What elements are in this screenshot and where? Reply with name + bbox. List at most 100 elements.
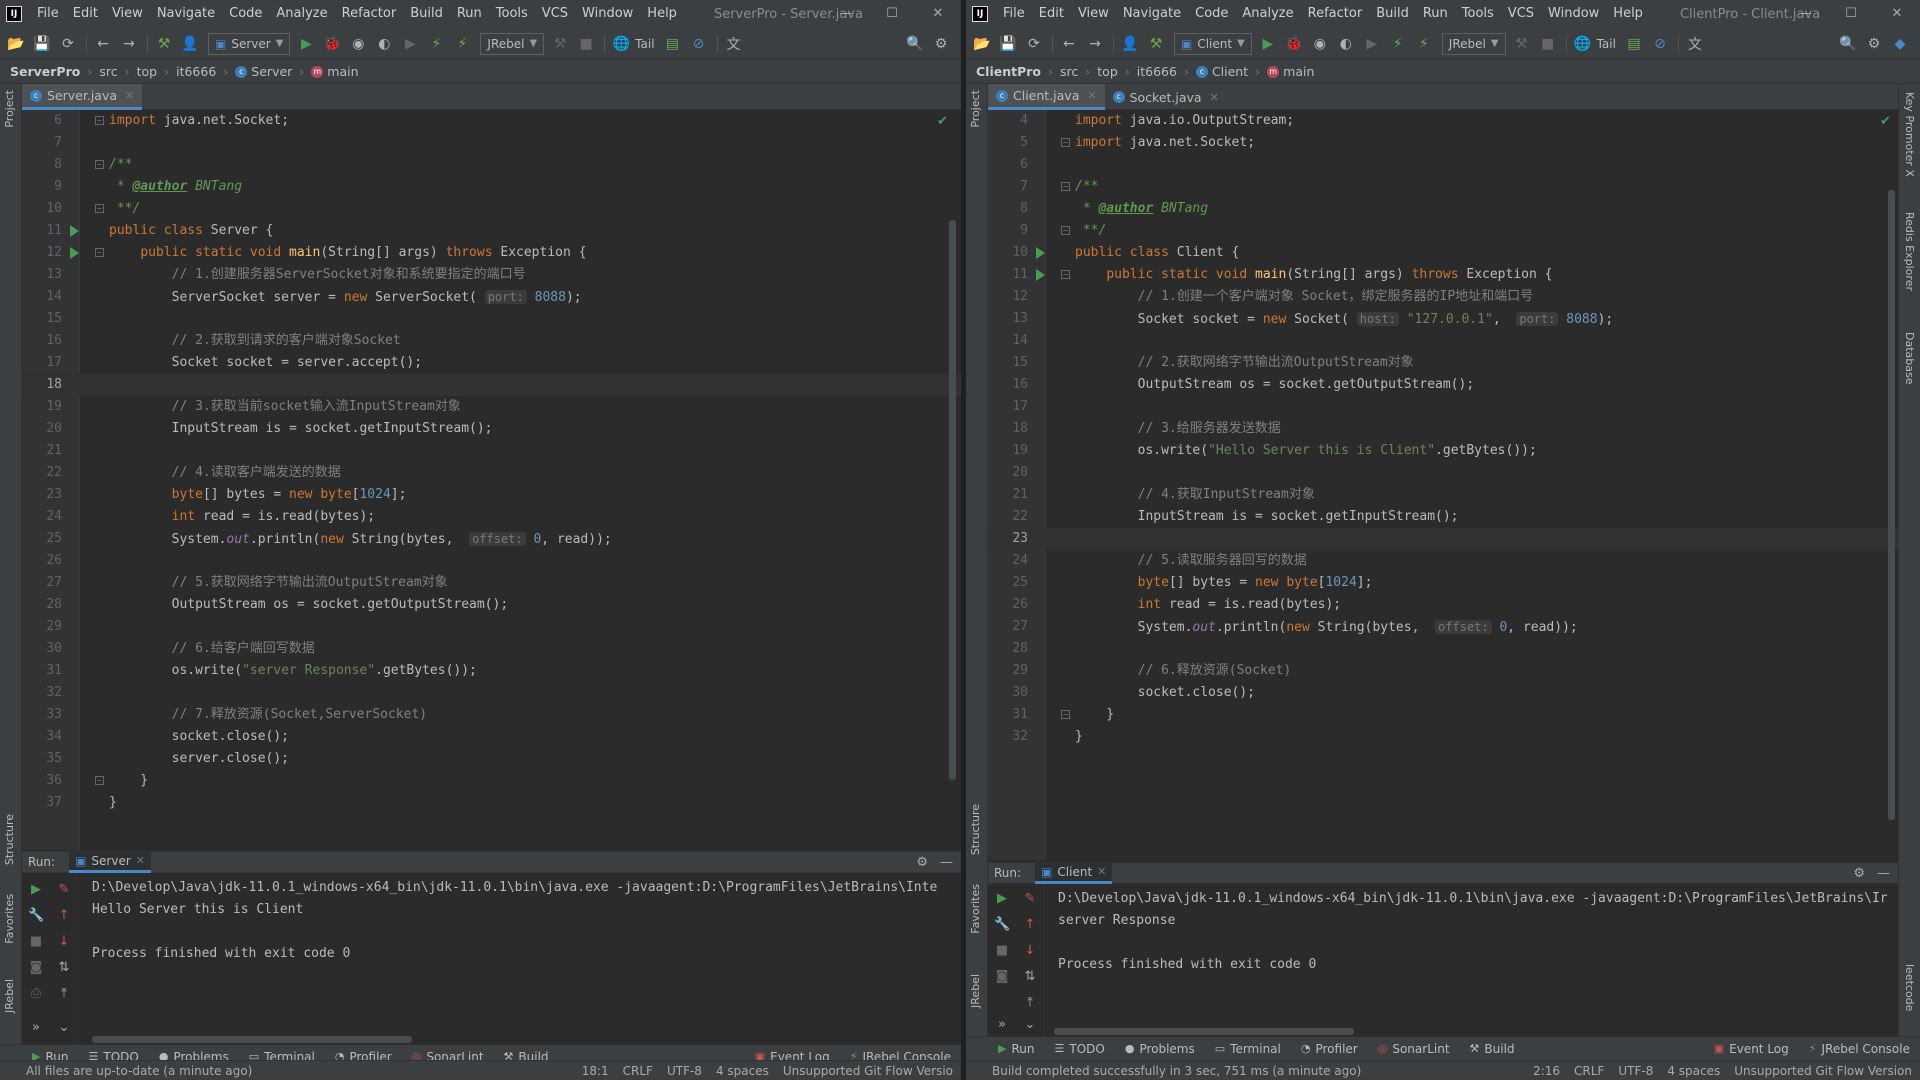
menu-code[interactable]: Code (222, 0, 269, 28)
menu-file[interactable]: File (30, 0, 66, 28)
run-icon[interactable]: ▶ (294, 33, 318, 55)
menu-run[interactable]: Run (1416, 0, 1455, 28)
close-tab-icon[interactable]: ✕ (1087, 89, 1096, 102)
menu-file[interactable]: File (996, 0, 1032, 28)
fold-icon[interactable]: − (1061, 138, 1070, 147)
breadcrumb-project[interactable]: ClientPro (976, 64, 1041, 79)
print-icon[interactable]: ⎙ (28, 986, 44, 1002)
run-config-select[interactable]: ▣ Server ▼ (208, 32, 291, 55)
wrench-icon[interactable]: 🔧 (28, 908, 44, 924)
toolwindow-build[interactable]: ⚒ Build (1460, 1042, 1525, 1056)
breadcrumb-src[interactable]: src (99, 64, 117, 79)
save-all-icon[interactable]: 💾 (30, 33, 54, 55)
globe-icon[interactable]: 🌐 (1571, 33, 1595, 55)
breadcrumb-src[interactable]: src (1060, 64, 1078, 79)
settings-gear-icon[interactable]: ⚙ (929, 33, 953, 55)
edit-config-icon[interactable]: ✎ (1022, 891, 1038, 907)
fold-icon[interactable]: − (1061, 710, 1070, 719)
debug-icon[interactable]: 🐞 (320, 33, 344, 55)
user-icon[interactable]: 👤 (178, 33, 202, 55)
chart-icon[interactable]: ▤ (661, 33, 685, 55)
jrebel-tool-button[interactable]: JRebel (3, 979, 16, 1013)
run-config-select[interactable]: ▣ Client ▼ (1174, 32, 1252, 55)
update-icon[interactable]: ◆ (1888, 33, 1912, 55)
git-flow-status[interactable]: Unsupported Git Flow Versio (783, 1064, 953, 1078)
down-arrow-icon[interactable]: ↓ (56, 934, 72, 950)
menu-tools[interactable]: Tools (489, 0, 535, 28)
settings-gear-icon[interactable]: ⚙ (916, 855, 928, 870)
fold-icon[interactable]: − (95, 204, 104, 213)
build-hammer-icon[interactable]: ⚒ (152, 33, 176, 55)
toolwindow-terminal[interactable]: ▭ Terminal (1205, 1042, 1291, 1056)
jrebel-select[interactable]: JRebel ▼ (1441, 32, 1506, 55)
open-icon[interactable]: 📂 (4, 33, 28, 55)
close-icon[interactable]: ✕ (1874, 0, 1920, 28)
up-arrow-icon[interactable]: ↑ (1022, 917, 1038, 933)
coverage-icon[interactable]: ◉ (346, 33, 370, 55)
toolwindow-sonarlint[interactable]: ◎ SonarLint (1368, 1042, 1460, 1056)
project-tool-button[interactable]: Project (3, 90, 16, 128)
minimize-icon[interactable]: — (823, 0, 869, 28)
structure-tool-button[interactable]: Structure (3, 814, 16, 865)
run-icon[interactable]: ▶ (1256, 33, 1280, 55)
menu-help[interactable]: Help (1606, 0, 1650, 28)
fold-icon[interactable]: − (1061, 226, 1070, 235)
menu-build[interactable]: Build (403, 0, 450, 28)
editor-vertical-scrollbar[interactable] (1888, 190, 1895, 820)
sync-icon[interactable]: ⟳ (1022, 33, 1046, 55)
code-editor[interactable]: 4 import java.io.OutputStream; 5− import ja… (988, 110, 1898, 860)
rerun-icon[interactable]: ▶ (28, 882, 44, 898)
stop-icon[interactable]: ■ (994, 943, 1010, 959)
search-icon[interactable]: 🔍 (903, 33, 927, 55)
expand-icon[interactable]: ⌄ (56, 1020, 72, 1036)
favorites-tool-button[interactable]: Favorites (969, 884, 982, 934)
menu-refactor[interactable]: Refactor (1301, 0, 1370, 28)
close-tab-icon[interactable]: ✕ (136, 854, 145, 867)
build-icon[interactable]: ⚒ (1510, 33, 1534, 55)
editor-tab[interactable]: c Server.java ✕ (22, 84, 143, 110)
run-tab-client[interactable]: ▣ Client ✕ (1035, 862, 1113, 884)
run-console[interactable]: D:\Develop\Java\jdk-11.0.1_windows-x64_b… (86, 877, 961, 1032)
breadcrumb-package[interactable]: it6666 (176, 64, 216, 79)
menu-vcs[interactable]: VCS (535, 0, 575, 28)
menu-window[interactable]: Window (1541, 0, 1606, 28)
fold-icon[interactable]: − (95, 116, 104, 125)
jrebel-run-icon[interactable]: ⚡ (424, 33, 448, 55)
stop-gray-icon[interactable]: ▶ (1360, 33, 1384, 55)
scroll-top-icon[interactable]: ⤒ (56, 986, 72, 1002)
menu-code[interactable]: Code (1188, 0, 1235, 28)
fold-icon[interactable]: − (1061, 182, 1070, 191)
sort-icon[interactable]: ⇅ (56, 960, 72, 976)
rerun-icon[interactable]: ▶ (994, 891, 1010, 907)
forward-icon[interactable]: → (1083, 33, 1107, 55)
more-icon[interactable]: » (28, 1020, 44, 1036)
run-tab-server[interactable]: ▣ Server ✕ (69, 851, 151, 873)
edit-config-icon[interactable]: ✎ (56, 882, 72, 898)
sort-icon[interactable]: ⇅ (1022, 969, 1038, 985)
toolwindow-todo[interactable]: ☰ TODO (1044, 1042, 1114, 1056)
breadcrumb-class[interactable]: c Client (1195, 64, 1248, 79)
globe-icon[interactable]: 🌐 (609, 33, 633, 55)
open-icon[interactable]: 📂 (970, 33, 994, 55)
toolwindow-problems[interactable]: ● Problems (1115, 1042, 1205, 1056)
breadcrumb-top[interactable]: top (137, 64, 157, 79)
toolwindow-event-log[interactable]: ▣ Event Log (1704, 1042, 1799, 1056)
code-editor[interactable]: 6− import java.net.Socket; 7 8−/** 9 * @auth… (22, 110, 961, 850)
database-tool-button[interactable]: Database (1903, 332, 1916, 385)
toolwindow-profiler[interactable]: ◔ Profiler (1291, 1042, 1368, 1056)
indent-setting[interactable]: 4 spaces (1667, 1064, 1720, 1078)
disable-icon[interactable]: ⊘ (687, 33, 711, 55)
debug-icon[interactable]: 🐞 (1282, 33, 1306, 55)
breadcrumb-project[interactable]: ServerPro (10, 64, 80, 79)
run-gutter-icon[interactable] (1036, 269, 1045, 281)
camera-icon[interactable]: ◙ (994, 969, 1010, 985)
menu-run[interactable]: Run (450, 0, 489, 28)
jrebel-debug-icon[interactable]: ⚡ (1412, 33, 1436, 55)
back-icon[interactable]: ← (91, 33, 115, 55)
caret-position[interactable]: 18:1 (582, 1064, 609, 1078)
camera-icon[interactable]: ◙ (28, 960, 44, 976)
menu-analyze[interactable]: Analyze (269, 0, 334, 28)
stop-icon[interactable]: ■ (1536, 33, 1560, 55)
minimize-icon[interactable]: — (1782, 0, 1828, 28)
menu-build[interactable]: Build (1369, 0, 1416, 28)
